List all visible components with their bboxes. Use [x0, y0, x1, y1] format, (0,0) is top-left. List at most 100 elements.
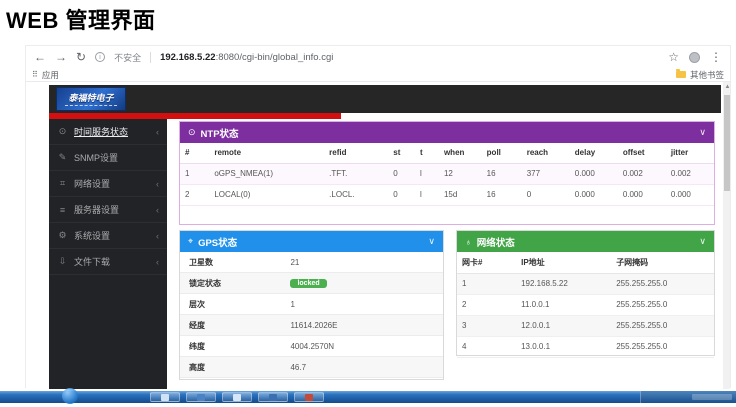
chevron-down-icon[interactable]: ∨: [699, 236, 706, 247]
col-header: 网卡#: [457, 252, 516, 273]
list-item: 锁定状态 locked: [180, 273, 443, 294]
table-row: 2 LOCAL(0) .LOCL. 0 l 15d 16 0 0.000 0.0…: [180, 184, 714, 205]
table-row: 3 12.0.0.1 255.255.255.0: [457, 315, 714, 336]
col-header: remote: [209, 143, 324, 163]
cell: l: [415, 163, 439, 184]
cell: 4: [457, 336, 516, 357]
company-logo[interactable]: 泰福特电子: [56, 87, 126, 111]
list-item: 纬度 4004.2570N: [180, 336, 443, 357]
back-icon[interactable]: ←: [34, 51, 46, 63]
url-path: :8080/cgi-bin/global_info.cgi: [216, 52, 334, 63]
cell: 0.000: [570, 184, 618, 205]
divider: [150, 52, 151, 63]
taskbar-item[interactable]: [150, 392, 180, 402]
url-field[interactable]: 192.168.5.22:8080/cgi-bin/global_info.cg…: [160, 52, 659, 63]
cell: 12: [439, 163, 482, 184]
chevron-down-icon[interactable]: ∨: [699, 127, 706, 138]
col-header: #: [180, 143, 209, 163]
gear-icon: ⚙: [57, 230, 68, 241]
col-header: jitter: [666, 143, 714, 163]
site-info-icon[interactable]: i: [95, 52, 105, 62]
start-button[interactable]: [62, 388, 78, 404]
forward-icon[interactable]: →: [55, 51, 67, 63]
profile-avatar[interactable]: [689, 52, 700, 63]
sidebar-item-server-settings[interactable]: ≡ 服务器设置 ‹: [49, 197, 167, 223]
gps-panel-header[interactable]: ⌖ GPS状态 ∨: [180, 231, 443, 252]
main-content: ⊙ NTP状态 ∨ # remote refid st t: [167, 113, 721, 389]
security-label[interactable]: 不安全: [114, 51, 141, 64]
ntp-status-panel: ⊙ NTP状态 ∨ # remote refid st t: [179, 121, 715, 225]
apps-shortcut[interactable]: ⠿ 应用: [32, 69, 59, 81]
cell: 255.255.255.0: [611, 273, 714, 294]
cell: .TFT.: [324, 163, 388, 184]
table-row: 1 192.168.5.22 255.255.255.0: [457, 273, 714, 294]
chevron-down-icon[interactable]: ∨: [428, 236, 435, 247]
logo-subline: [65, 105, 117, 106]
apps-grid-icon: ⠿: [32, 70, 38, 79]
col-header: when: [439, 143, 482, 163]
taskbar-item[interactable]: [258, 392, 288, 402]
taskbar-item[interactable]: [222, 392, 252, 402]
scrollbar-thumb[interactable]: [724, 95, 730, 191]
gps-panel-title: GPS状态: [198, 235, 237, 249]
system-tray[interactable]: [640, 391, 736, 403]
gps-pin-icon: ⌖: [188, 236, 193, 247]
cell: 192.168.5.22: [516, 273, 611, 294]
network-panel-header[interactable]: ♁ 网络状态 ∨: [457, 231, 714, 252]
gps-field-value: 21: [290, 258, 299, 267]
taskbar-item[interactable]: [186, 392, 216, 402]
scroll-up-icon[interactable]: ▲: [723, 83, 730, 92]
cell: 0: [388, 184, 415, 205]
cell: 1: [180, 163, 209, 184]
server-icon: ≡: [57, 205, 68, 215]
sidebar-item-time-service-status[interactable]: ⊙ 时间服务状态 ‹: [49, 119, 167, 145]
cell: 0: [522, 184, 570, 205]
page-scrollbar[interactable]: ▲: [723, 82, 730, 389]
table-row: 4 13.0.0.1 255.255.255.0: [457, 336, 714, 357]
cell: 13.0.0.1: [516, 336, 611, 357]
cell: 16: [482, 184, 522, 205]
cell: 377: [522, 163, 570, 184]
apps-label: 应用: [42, 69, 59, 81]
cell: 2: [180, 184, 209, 205]
locked-status-badge: locked: [290, 279, 326, 288]
reload-icon[interactable]: ↻: [76, 51, 86, 63]
windows-taskbar[interactable]: [0, 391, 736, 403]
cell: LOCAL(0): [209, 184, 324, 205]
sidebar-item-label: SNMP设置: [74, 151, 159, 164]
gps-field-value: 46.7: [290, 363, 306, 372]
sidebar: ⊙ 时间服务状态 ‹ ✎ SNMP设置 ⌗ 网络设置 ‹ ≡ 服务器设置 ‹ ⚙…: [49, 119, 167, 389]
ntp-panel-header[interactable]: ⊙ NTP状态 ∨: [180, 122, 714, 143]
sidebar-item-snmp-settings[interactable]: ✎ SNMP设置: [49, 145, 167, 171]
sidebar-item-network-settings[interactable]: ⌗ 网络设置 ‹: [49, 171, 167, 197]
ntp-table-header-row: # remote refid st t when poll reach dela…: [180, 143, 714, 163]
gps-field-label: 高度: [180, 362, 290, 373]
cell: 0.002: [666, 163, 714, 184]
sidebar-item-file-download[interactable]: ⇩ 文件下载 ‹: [49, 249, 167, 275]
globe-icon: ♁: [465, 237, 472, 247]
col-header: st: [388, 143, 415, 163]
sidebar-item-system-settings[interactable]: ⚙ 系统设置 ‹: [49, 223, 167, 249]
list-item: 经度 11614.2026E: [180, 315, 443, 336]
chevron-left-icon: ‹: [156, 127, 159, 137]
bookmark-star-icon[interactable]: ☆: [668, 51, 679, 63]
gps-field-label: 层次: [180, 299, 290, 310]
gps-field-label: 经度: [180, 320, 290, 331]
col-header: reach: [522, 143, 570, 163]
other-bookmarks[interactable]: 其他书签: [676, 69, 724, 81]
taskbar-item[interactable]: [294, 392, 324, 402]
chevron-left-icon: ‹: [156, 179, 159, 189]
menu-dots-icon[interactable]: ⋮: [710, 51, 722, 63]
cell: 3: [457, 315, 516, 336]
col-header: poll: [482, 143, 522, 163]
col-header: refid: [324, 143, 388, 163]
table-row: 1 oGPS_NMEA(1) .TFT. 0 l 12 16 377 0.000…: [180, 163, 714, 184]
chevron-left-icon: ‹: [156, 257, 159, 267]
download-icon: ⇩: [57, 256, 68, 267]
col-header: delay: [570, 143, 618, 163]
app-topbar: 泰福特电子: [49, 85, 721, 113]
col-header: t: [415, 143, 439, 163]
url-host: 192.168.5.22: [160, 52, 215, 63]
cell: 255.255.255.0: [611, 294, 714, 315]
bookmarks-bar: ⠿ 应用 其他书签: [26, 68, 730, 82]
